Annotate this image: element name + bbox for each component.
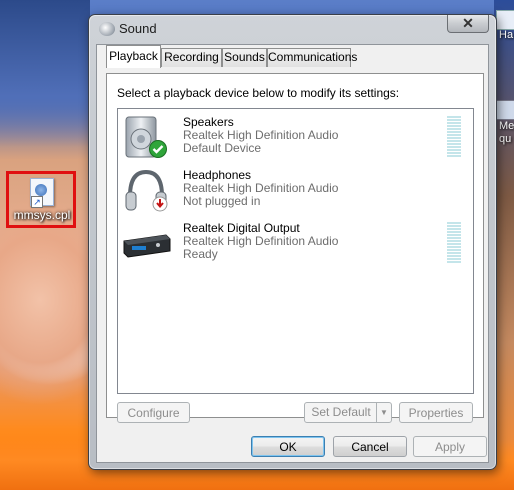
tab-recording[interactable]: Recording: [161, 48, 222, 67]
playback-panel: Select a playback device below to modify…: [106, 73, 484, 423]
speaker-icon: [122, 115, 172, 161]
volume-meter: [447, 222, 461, 264]
highlight-annotation-box: [6, 171, 76, 228]
set-default-button[interactable]: Set Default ▼: [304, 402, 392, 423]
set-default-label: Set Default: [311, 405, 371, 419]
cancel-button[interactable]: Cancel: [333, 436, 407, 457]
device-name: Realtek Digital Output: [183, 221, 300, 235]
playback-device-list[interactable]: Speakers Realtek High Definition Audio D…: [117, 108, 474, 394]
desktop-icon-label-partial-top: Ha: [499, 29, 514, 41]
sound-app-icon: [99, 22, 115, 36]
dialog-client-area: Playback Recording Sounds Communications…: [96, 44, 489, 463]
ok-button[interactable]: OK: [251, 436, 325, 457]
device-driver: Realtek High Definition Audio: [183, 128, 339, 142]
volume-meter: [447, 116, 461, 158]
device-item-headphones[interactable]: Headphones Realtek High Definition Audio…: [120, 166, 470, 216]
device-status: Not plugged in: [183, 194, 261, 208]
instruction-text: Select a playback device below to modify…: [117, 86, 400, 100]
title-bar[interactable]: Sound ✕: [89, 15, 496, 43]
desktop-icon-partial-top[interactable]: [496, 10, 514, 30]
digital-output-icon: [122, 221, 172, 267]
tab-playback[interactable]: Playback: [106, 45, 161, 68]
device-driver: Realtek High Definition Audio: [183, 181, 339, 195]
headphones-icon: [122, 168, 172, 214]
green-check-icon: [149, 140, 167, 158]
apply-button[interactable]: Apply: [413, 436, 487, 457]
device-item-digital-output[interactable]: Realtek Digital Output Realtek High Defi…: [120, 219, 470, 269]
chevron-down-icon[interactable]: ▼: [376, 403, 391, 422]
tab-communications[interactable]: Communications: [267, 48, 357, 67]
device-item-speakers[interactable]: Speakers Realtek High Definition Audio D…: [120, 113, 470, 163]
desktop-icon-partial-middle[interactable]: [496, 100, 514, 120]
device-status: Ready: [183, 247, 218, 261]
tab-sounds[interactable]: Sounds: [222, 48, 267, 67]
desktop-icon-label-partial-middle: Me qu: [499, 120, 514, 145]
device-name: Speakers: [183, 115, 234, 129]
sound-dialog: Sound ✕ Playback Recording Sounds Commun…: [88, 14, 497, 470]
configure-button[interactable]: Configure: [117, 402, 190, 423]
device-name: Headphones: [183, 168, 252, 182]
window-title: Sound: [119, 21, 157, 36]
close-button[interactable]: ✕: [447, 15, 489, 33]
device-driver: Realtek High Definition Audio: [183, 234, 339, 248]
device-status: Default Device: [183, 141, 262, 155]
properties-button[interactable]: Properties: [399, 402, 473, 423]
red-down-arrow-icon: [152, 196, 168, 212]
